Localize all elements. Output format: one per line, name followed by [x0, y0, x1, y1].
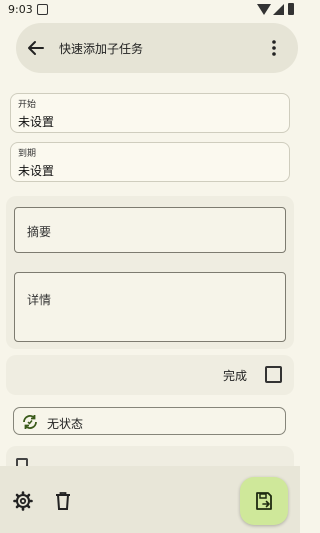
- battery-icon: [288, 3, 294, 15]
- notification-icon: [37, 4, 48, 15]
- status-bar: 9:03: [0, 0, 300, 22]
- start-date-field[interactable]: 开始 未设置: [10, 93, 290, 133]
- start-date-value: 未设置: [18, 115, 55, 129]
- done-label: 完成: [223, 369, 248, 383]
- start-date-label: 开始: [18, 100, 37, 110]
- status-time: 9:03: [8, 3, 33, 16]
- sync-icon: [23, 415, 37, 429]
- save-button[interactable]: [240, 477, 288, 525]
- completion-card: [6, 355, 294, 395]
- signal-icon: [273, 4, 284, 15]
- due-date-label: 到期: [18, 149, 37, 159]
- checkbox-icon: [16, 458, 28, 466]
- gear-icon[interactable]: [13, 491, 33, 511]
- page-title: 快速添加子任务: [59, 42, 144, 56]
- status-chip-label: 无状态: [47, 417, 84, 431]
- details-input[interactable]: 详情: [14, 272, 286, 342]
- top-app-bar: 快速添加子任务: [16, 23, 298, 73]
- wifi-icon: [257, 4, 271, 15]
- trash-icon[interactable]: [54, 491, 72, 511]
- summary-placeholder: 摘要: [27, 225, 52, 239]
- due-date-value: 未设置: [18, 164, 55, 178]
- due-date-field[interactable]: 到期 未设置: [10, 142, 290, 182]
- more-vert-icon[interactable]: [268, 38, 280, 58]
- save-icon: [256, 492, 272, 510]
- summary-input[interactable]: 摘要: [14, 207, 286, 253]
- done-checkbox[interactable]: [265, 366, 282, 383]
- arrow-back-icon[interactable]: [26, 38, 46, 58]
- details-placeholder: 详情: [27, 293, 52, 307]
- status-chip[interactable]: 无状态: [13, 407, 286, 435]
